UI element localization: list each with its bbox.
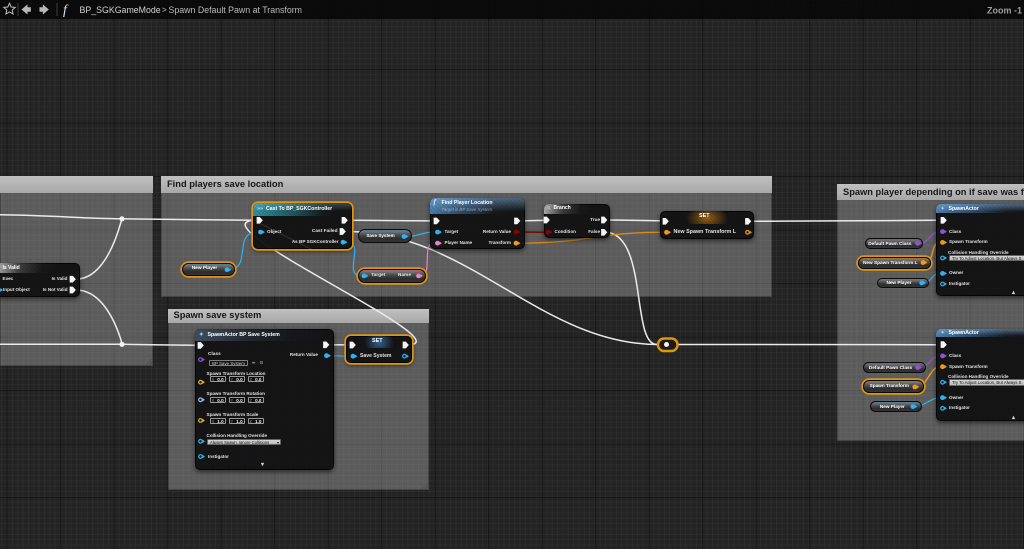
- svg-text:f: f: [63, 3, 69, 18]
- svg-text:BP_SGKGameMode: BP_SGKGameMode: [80, 5, 161, 15]
- svg-text:>: >: [162, 6, 167, 15]
- svg-text:Zoom -1: Zoom -1: [987, 5, 1022, 15]
- svg-text:Spawn Default Pawn at Transfor: Spawn Default Pawn at Transform: [169, 5, 302, 15]
